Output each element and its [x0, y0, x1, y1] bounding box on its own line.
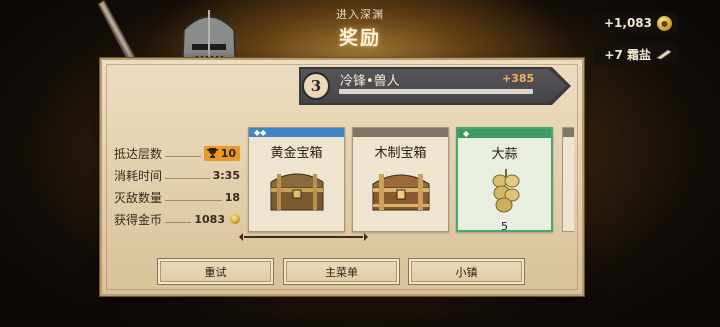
kills-value: 18	[224, 190, 240, 204]
main-menu-button[interactable]: 主菜单	[283, 258, 400, 285]
enemy-progress-bar	[339, 89, 533, 94]
stat-gold: 获得金币 1083	[114, 208, 240, 230]
reward-card-partial[interactable]	[562, 127, 574, 232]
stat-kills: 灭敌数量 18	[114, 186, 240, 208]
stat-label: 抵达层数	[114, 146, 163, 161]
garlic-icon	[492, 169, 520, 213]
coin-counter-value: +1,083	[603, 16, 652, 30]
stat-label: 消耗时间	[114, 168, 163, 183]
reward-count: 5	[501, 220, 508, 233]
enemy-level-badge: 3	[302, 72, 330, 100]
stat-time: 消耗时间 3:35	[114, 164, 240, 186]
reward-name: 大蒜	[491, 147, 518, 162]
coin-icon: ●	[657, 15, 672, 31]
enemy-score: +385	[502, 72, 535, 85]
reward-name: 黄金宝箱	[270, 146, 323, 161]
enemy-name: 冷锋•兽人	[340, 74, 400, 89]
floor-value: 10	[203, 145, 240, 161]
rarity-diamond-icon: ◆	[463, 129, 470, 138]
coin-counter: +1,083 ●	[593, 12, 678, 34]
gold-chest-icon	[270, 173, 324, 211]
salt-counter: +7 霜盐	[594, 43, 678, 65]
coin-icon	[230, 214, 240, 224]
time-value: 3:35	[212, 168, 240, 182]
stat-label: 获得金币	[114, 212, 163, 227]
retry-button[interactable]: 重试	[157, 258, 274, 285]
gold-value: 1083	[194, 213, 240, 226]
run-stats: 抵达层数 10 消耗时间 3:35 灭敌数量 18 获得金币 1083	[114, 142, 240, 230]
reward-card-gold-chest[interactable]: ◆◆ 黄金宝箱	[248, 127, 345, 232]
stat-label: 灭敌数量	[114, 190, 163, 205]
rewards-scrollbar[interactable]	[239, 233, 368, 241]
wooden-chest-icon	[372, 174, 430, 211]
rarity-strip	[458, 129, 551, 138]
rarity-strip	[353, 128, 448, 137]
salt-counter-value: +7 霜盐	[604, 47, 651, 62]
rarity-diamond-icon: ◆◆	[254, 128, 267, 137]
reward-card-garlic[interactable]: ◆ 大蒜 5	[456, 127, 553, 233]
trophy-icon	[206, 148, 218, 158]
reward-name: 木制宝箱	[374, 146, 427, 161]
town-button[interactable]: 小镇	[408, 258, 525, 285]
reward-card-wood-chest[interactable]: 木制宝箱	[352, 127, 449, 232]
stat-floor: 抵达层数 10	[114, 142, 240, 164]
salt-icon	[656, 49, 672, 60]
